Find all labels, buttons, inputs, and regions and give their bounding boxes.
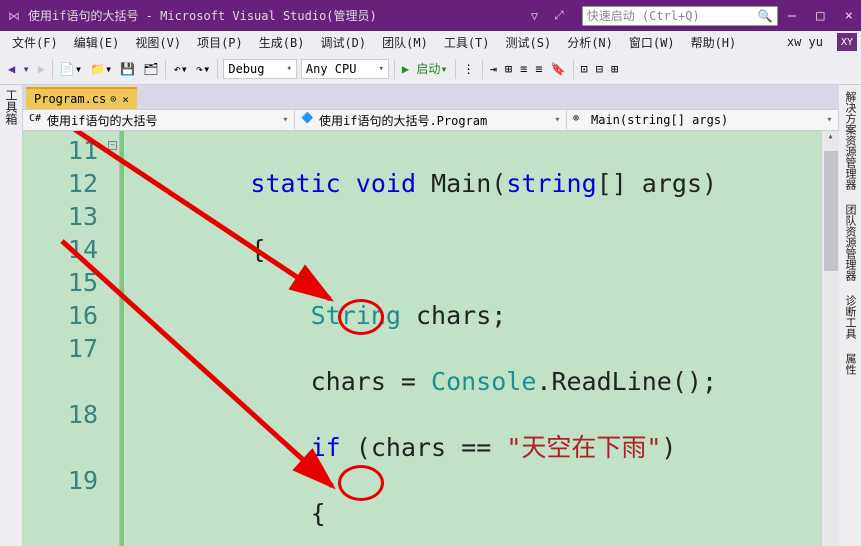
config-dropdown[interactable]: Debug▾ xyxy=(223,59,297,79)
team-explorer-tab[interactable]: 团队资源管理器 xyxy=(839,198,861,287)
notifications-icon[interactable]: ▽ xyxy=(531,9,538,23)
quick-launch-input[interactable]: 快速启动 (Ctrl+Q) 🔍 xyxy=(582,6,778,26)
nav-back-button[interactable]: ◀ ▾ xyxy=(4,60,34,78)
save-all-button[interactable]: 🗂 xyxy=(139,60,162,78)
menu-test[interactable]: 测试(S) xyxy=(498,31,560,54)
uncomment-button[interactable]: ≡ xyxy=(531,60,546,78)
scroll-up-icon[interactable]: ▴ xyxy=(822,131,839,142)
bookmark-button[interactable]: 🔖 xyxy=(547,60,570,78)
step-button[interactable]: ⇥ xyxy=(486,60,501,78)
open-file-button[interactable]: 📁▾ xyxy=(86,60,116,78)
tab-label: Program.cs xyxy=(34,92,106,106)
fold-gutter: − xyxy=(106,131,120,546)
main-toolbar: ◀ ▾ ▶ 📄▾ 📁▾ 💾 🗂 ↶▾ ↷▾ Debug▾ Any CPU▾ ▶ … xyxy=(0,53,861,85)
menu-bar: 文件(F) 编辑(E) 视图(V) 项目(P) 生成(B) 调试(D) 团队(M… xyxy=(0,31,861,53)
undo-button[interactable]: ↶▾ xyxy=(169,60,191,78)
feedback-icon[interactable]: ⤢ xyxy=(554,8,564,23)
diagnostic-tools-tab[interactable]: 诊断工具 xyxy=(839,289,861,345)
code-editor[interactable]: 11 12 13 14 15 16 17 18 19 − static void… xyxy=(22,131,839,546)
menu-debug[interactable]: 调试(D) xyxy=(312,31,374,54)
menu-build[interactable]: 生成(B) xyxy=(251,31,313,54)
menu-help[interactable]: 帮助(H) xyxy=(683,31,745,54)
window-titlebar: ⋈ 使用if语句的大括号 - Microsoft Visual Studio(管… xyxy=(0,0,861,31)
platform-dropdown[interactable]: Any CPU▾ xyxy=(301,59,389,79)
user-badge[interactable]: XY xyxy=(837,33,857,51)
menu-view[interactable]: 视图(V) xyxy=(127,31,189,54)
new-file-button[interactable]: 📄▾ xyxy=(56,60,86,78)
toolbar-icon-4[interactable]: ⊞ xyxy=(607,60,622,78)
menu-team[interactable]: 团队(M) xyxy=(374,31,436,54)
vs-logo-icon: ⋈ xyxy=(8,9,20,23)
code-nav-bar: C#使用if语句的大括号▾ 🔷使用if语句的大括号.Program▾ ⊚Main… xyxy=(22,109,839,131)
solution-explorer-tab[interactable]: 解决方案资源管理器 xyxy=(839,85,861,196)
menu-edit[interactable]: 编辑(E) xyxy=(66,31,128,54)
line-number-gutter: 11 12 13 14 15 16 17 18 19 xyxy=(22,131,106,546)
menu-file[interactable]: 文件(F) xyxy=(4,31,66,54)
nav-project-dropdown[interactable]: C#使用if语句的大括号▾ xyxy=(23,110,295,130)
nav-forward-button[interactable]: ▶ xyxy=(34,60,49,78)
nav-class-dropdown[interactable]: 🔷使用if语句的大括号.Program▾ xyxy=(295,110,567,130)
scrollbar-thumb[interactable] xyxy=(824,151,838,271)
search-icon: 🔍 xyxy=(758,9,773,23)
right-panel-tabs: 解决方案资源管理器 团队资源管理器 诊断工具 属性 xyxy=(839,85,861,546)
tab-close-icon[interactable]: × xyxy=(122,93,129,106)
menu-project[interactable]: 项目(P) xyxy=(189,31,251,54)
toolbar-icon[interactable]: ⋮ xyxy=(459,60,479,78)
nav-method-dropdown[interactable]: ⊚Main(string[] args)▾ xyxy=(567,110,838,130)
document-tabstrip: Program.cs ⊙ × xyxy=(22,85,839,109)
user-name[interactable]: xw yu xyxy=(779,32,831,52)
properties-tab[interactable]: 属性 xyxy=(839,347,861,381)
menu-analyze[interactable]: 分析(N) xyxy=(559,31,621,54)
indent-button[interactable]: ⊞ xyxy=(501,60,516,78)
start-debug-button[interactable]: ▶ 启动 ▾ xyxy=(398,58,452,79)
save-button[interactable]: 💾 xyxy=(116,60,139,78)
window-title: 使用if语句的大括号 - Microsoft Visual Studio(管理员… xyxy=(28,7,377,24)
vertical-scrollbar[interactable]: ▴ xyxy=(821,131,839,546)
close-button[interactable]: × xyxy=(845,8,853,24)
menu-tools[interactable]: 工具(T) xyxy=(436,31,498,54)
document-tab-program[interactable]: Program.cs ⊙ × xyxy=(26,87,137,109)
redo-button[interactable]: ↷▾ xyxy=(192,60,214,78)
code-content[interactable]: static void Main(string[] args) { String… xyxy=(124,131,821,546)
minimize-button[interactable]: — xyxy=(788,8,796,24)
pin-icon[interactable]: ⊙ xyxy=(110,94,116,105)
maximize-button[interactable]: □ xyxy=(816,8,824,24)
fold-toggle-icon[interactable]: − xyxy=(108,141,117,150)
toolbox-panel-tab[interactable]: 工具箱 xyxy=(0,85,22,546)
toolbar-icon-3[interactable]: ⊟ xyxy=(592,60,607,78)
menu-window[interactable]: 窗口(W) xyxy=(621,31,683,54)
comment-button[interactable]: ≡ xyxy=(516,60,531,78)
toolbar-icon-2[interactable]: ⊡ xyxy=(577,60,592,78)
